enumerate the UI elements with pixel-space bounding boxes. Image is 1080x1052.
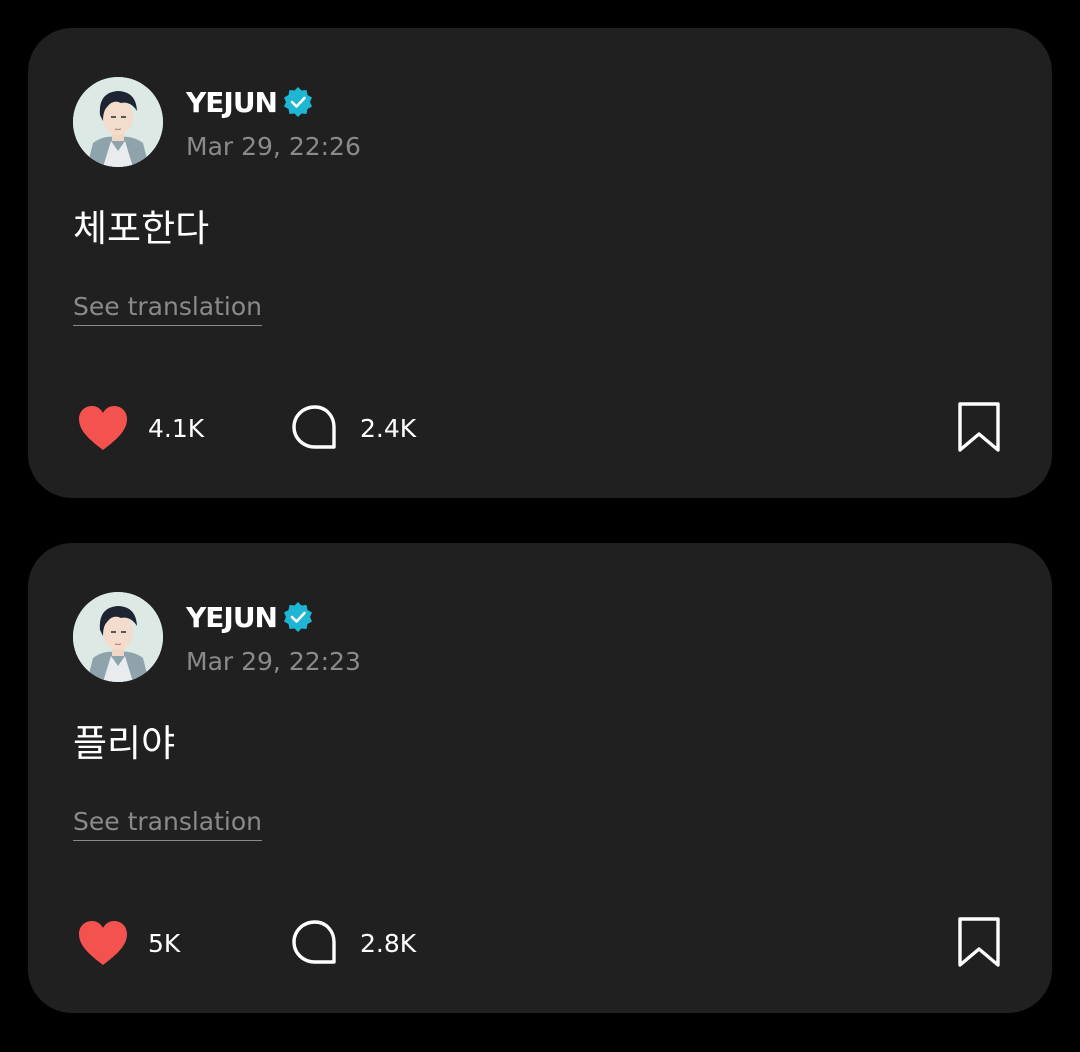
avatar[interactable] — [73, 77, 163, 167]
bookmark-icon — [958, 917, 1000, 967]
avatar[interactable] — [73, 592, 163, 682]
author-row: YEJUN — [186, 84, 313, 120]
post-actions: 4.1K 2.4K — [28, 400, 1052, 456]
comment-count: 2.8K — [360, 928, 417, 958]
post-timestamp: Mar 29, 22:23 — [186, 647, 361, 676]
author-name[interactable]: YEJUN — [186, 601, 278, 634]
verified-badge-icon — [283, 602, 313, 632]
post-timestamp: Mar 29, 22:26 — [186, 132, 361, 161]
bookmark-button[interactable] — [954, 915, 1004, 969]
like-button[interactable]: 4.1K — [76, 402, 204, 454]
post-card[interactable]: YEJUN Mar 29, 22:26 체포한다 See translation… — [28, 28, 1052, 498]
avatar-illustration — [73, 77, 163, 167]
post-actions: 5K 2.8K — [28, 915, 1052, 971]
comment-button[interactable]: 2.4K — [290, 402, 416, 454]
see-translation-link[interactable]: See translation — [73, 807, 263, 841]
bookmark-icon — [958, 402, 1000, 452]
verified-badge-icon — [283, 87, 313, 117]
post-text: 체포한다 — [73, 207, 210, 250]
author-row: YEJUN — [186, 599, 313, 635]
comment-bubble-icon — [292, 920, 336, 964]
comment-count: 2.4K — [360, 413, 417, 443]
see-translation-link[interactable]: See translation — [73, 292, 263, 326]
post-text: 플리야 — [73, 722, 176, 765]
like-count: 5K — [148, 928, 181, 958]
author-name[interactable]: YEJUN — [186, 86, 278, 119]
like-count: 4.1K — [148, 413, 205, 443]
heart-icon — [79, 406, 127, 450]
avatar-illustration — [73, 592, 163, 682]
comment-bubble-icon — [292, 405, 336, 449]
comment-button[interactable]: 2.8K — [290, 917, 416, 969]
post-card[interactable]: YEJUN Mar 29, 22:23 플리야 See translation … — [28, 543, 1052, 1013]
heart-icon — [79, 921, 127, 965]
bookmark-button[interactable] — [954, 400, 1004, 454]
like-button[interactable]: 5K — [76, 917, 180, 969]
